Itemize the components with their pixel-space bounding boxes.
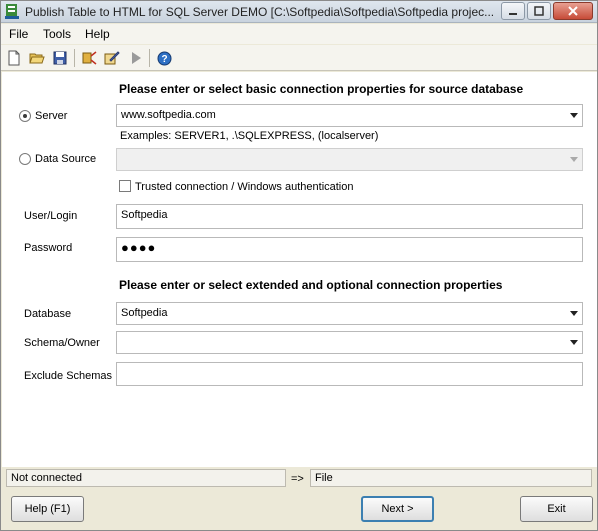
- chevron-down-icon[interactable]: [570, 113, 578, 118]
- connection-form: Please enter or select basic connection …: [2, 72, 597, 467]
- close-button[interactable]: [553, 2, 593, 20]
- datasource-combobox[interactable]: [116, 148, 583, 171]
- save-icon: [53, 51, 67, 65]
- exclude-label: Exclude Schemas: [24, 370, 113, 382]
- connect-icon: [82, 51, 97, 65]
- menu-file[interactable]: File: [9, 27, 28, 41]
- user-value: Softpedia: [121, 209, 168, 221]
- status-target: File: [310, 469, 592, 487]
- trusted-label: Trusted connection / Windows authenticat…: [135, 181, 354, 193]
- connection-status: Not connected: [6, 469, 286, 487]
- chevron-down-icon[interactable]: [570, 311, 578, 316]
- user-label: User/Login: [24, 210, 78, 222]
- schema-label: Schema/Owner: [24, 337, 100, 349]
- server-examples: Examples: SERVER1, .\SQLEXPRESS, (locals…: [120, 130, 379, 142]
- server-combobox[interactable]: www.softpedia.com: [116, 104, 583, 127]
- status-bar: Not connected => File: [2, 468, 597, 488]
- run-icon: [132, 52, 141, 64]
- save-button[interactable]: [51, 49, 69, 67]
- run-button[interactable]: [127, 49, 145, 67]
- new-button[interactable]: [5, 49, 23, 67]
- chevron-down-icon[interactable]: [570, 157, 578, 162]
- next-button[interactable]: Next >: [361, 496, 434, 522]
- edit-icon: [104, 51, 120, 65]
- status-arrow: =>: [291, 473, 304, 485]
- help-icon: ?: [157, 51, 171, 65]
- exit-button[interactable]: Exit: [520, 496, 593, 522]
- database-label: Database: [24, 308, 72, 320]
- connect-button[interactable]: [80, 49, 98, 67]
- password-label: Password: [24, 242, 73, 254]
- menu-bar: File Tools Help: [1, 24, 597, 44]
- schema-combobox[interactable]: [116, 331, 583, 354]
- chevron-down-icon[interactable]: [570, 340, 578, 345]
- datasource-label: Data Source: [35, 153, 97, 165]
- server-label: Server: [35, 110, 68, 122]
- minimize-icon: [509, 13, 517, 15]
- server-radio[interactable]: [19, 110, 31, 122]
- app-window: Publish Table to HTML for SQL Server DEM…: [0, 0, 598, 531]
- source-heading: Please enter or select basic connection …: [119, 82, 524, 96]
- toolbar-separator: [74, 49, 75, 67]
- datasource-radio[interactable]: [19, 153, 31, 165]
- toolbar-separator: [149, 49, 150, 67]
- trusted-checkbox[interactable]: [119, 180, 131, 192]
- maximize-button[interactable]: [527, 2, 551, 20]
- open-icon: [29, 53, 45, 64]
- password-value: ●●●●: [121, 240, 157, 255]
- minimize-button[interactable]: [501, 2, 525, 20]
- title-bar[interactable]: Publish Table to HTML for SQL Server DEM…: [1, 1, 597, 23]
- password-input[interactable]: ●●●●: [116, 237, 583, 262]
- maximize-icon: [534, 6, 544, 16]
- window-title: Publish Table to HTML for SQL Server DEM…: [25, 5, 495, 19]
- toolbar: ?: [1, 45, 597, 71]
- edit-button[interactable]: [103, 49, 121, 67]
- exclude-input[interactable]: [116, 362, 583, 386]
- menu-help[interactable]: Help: [85, 27, 110, 41]
- database-combobox[interactable]: Softpedia: [116, 302, 583, 325]
- new-icon: [8, 50, 20, 66]
- help-f1-button[interactable]: Help (F1): [11, 496, 84, 522]
- app-icon: [4, 3, 21, 20]
- extended-heading: Please enter or select extended and opti…: [119, 278, 503, 292]
- database-value: Softpedia: [121, 307, 168, 319]
- help-button[interactable]: ?: [155, 49, 173, 67]
- close-icon: [568, 6, 578, 16]
- svg-text:?: ?: [161, 54, 167, 65]
- user-input[interactable]: Softpedia: [116, 204, 583, 229]
- open-button[interactable]: [28, 49, 46, 67]
- server-value: www.softpedia.com: [121, 109, 216, 121]
- menu-tools[interactable]: Tools: [43, 27, 71, 41]
